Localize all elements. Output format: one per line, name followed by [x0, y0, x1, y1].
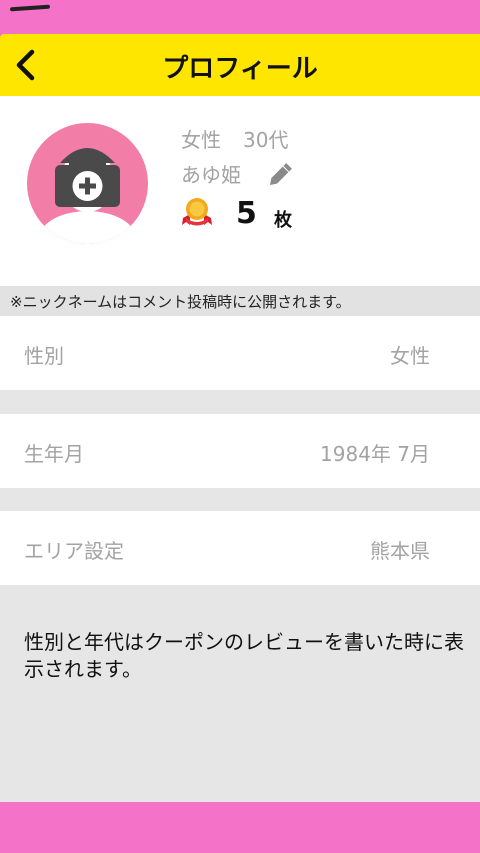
birth-row[interactable]: 生年月 1984年 7月 [0, 414, 480, 488]
profile-age: 30代 [243, 128, 289, 152]
birth-value: 1984年 7月 [320, 442, 430, 466]
notice-bar: ※ニックネームはコメント投稿時に公開されます。 [0, 286, 480, 316]
birth-label: 生年月 [24, 442, 84, 466]
gender-label: 性別 [24, 344, 64, 368]
area-row[interactable]: エリア設定 熊本県 [0, 511, 480, 585]
profile-gender: 女性 [181, 128, 221, 152]
pencil-icon [269, 163, 292, 186]
gender-value: 女性 [390, 344, 430, 368]
coupon-unit: 枚 [274, 210, 292, 231]
profile-card: 女性 30代 あゆ姫 5 枚 [0, 96, 480, 286]
top-mark [9, 4, 51, 12]
bottom-decoration [0, 802, 480, 853]
nickname: あゆ姫 [181, 163, 241, 187]
header-bar: プロフィール [0, 34, 480, 96]
edit-nickname-button[interactable] [268, 160, 296, 186]
notice-text: ※ニックネームはコメント投稿時に公開されます。 [10, 293, 351, 311]
profile-meta: 女性 30代 [181, 124, 288, 153]
page-title: プロフィール [162, 54, 318, 84]
area-label: エリア設定 [24, 539, 124, 563]
medal-icon [180, 196, 214, 230]
area-value: 熊本県 [370, 539, 430, 563]
gender-row[interactable]: 性別 女性 [0, 316, 480, 390]
coupon-count: 5 [236, 196, 257, 231]
camera-plus-icon [37, 148, 138, 244]
footer-note: 性別と年代はクーポンのレビューを書いた時に表示されます。 [24, 630, 464, 681]
avatar[interactable] [27, 123, 148, 244]
